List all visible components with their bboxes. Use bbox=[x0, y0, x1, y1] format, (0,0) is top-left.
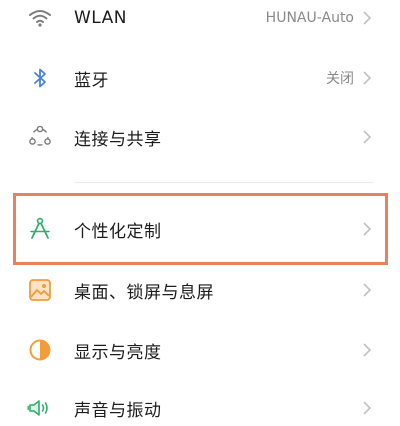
bluetooth-status: 关闭 bbox=[326, 71, 354, 87]
bluetooth-icon bbox=[26, 64, 54, 92]
wlan-network-name: HUNAU-Auto bbox=[265, 10, 354, 26]
settings-item-connection-sharing[interactable]: 连接与共享 bbox=[0, 109, 400, 165]
chevron-right-icon bbox=[360, 8, 374, 28]
highlight-box bbox=[13, 193, 388, 265]
chevron-right-icon bbox=[360, 280, 374, 300]
settings-item-sound-vibration[interactable]: 声音与振动 bbox=[0, 380, 400, 426]
section-divider bbox=[74, 182, 374, 183]
settings-item-label: 桌面、锁屏与息屏 bbox=[74, 282, 214, 303]
settings-item-label: 连接与共享 bbox=[74, 129, 162, 150]
wifi-icon bbox=[26, 4, 54, 32]
wallpaper-icon bbox=[26, 276, 54, 304]
share-connection-icon bbox=[26, 123, 54, 151]
settings-item-wlan[interactable]: WLAN HUNAU-Auto bbox=[0, 0, 400, 46]
chevron-right-icon bbox=[360, 340, 374, 360]
settings-item-label: 声音与振动 bbox=[74, 400, 162, 421]
settings-screen: WLAN HUNAU-Auto 蓝牙 关闭 连接与共享 个性化定制 桌面、锁屏与… bbox=[0, 0, 400, 426]
brightness-icon bbox=[26, 336, 54, 364]
chevron-right-icon bbox=[360, 398, 374, 418]
settings-item-label: 蓝牙 bbox=[74, 70, 109, 91]
settings-item-label: 显示与亮度 bbox=[74, 342, 162, 363]
speaker-icon bbox=[26, 394, 54, 422]
chevron-right-icon bbox=[360, 68, 374, 88]
settings-item-desktop-lockscreen[interactable]: 桌面、锁屏与息屏 bbox=[0, 262, 400, 318]
settings-item-label: WLAN bbox=[74, 8, 128, 28]
settings-item-bluetooth[interactable]: 蓝牙 关闭 bbox=[0, 50, 400, 106]
chevron-right-icon bbox=[360, 127, 374, 147]
settings-item-display-brightness[interactable]: 显示与亮度 bbox=[0, 322, 400, 378]
